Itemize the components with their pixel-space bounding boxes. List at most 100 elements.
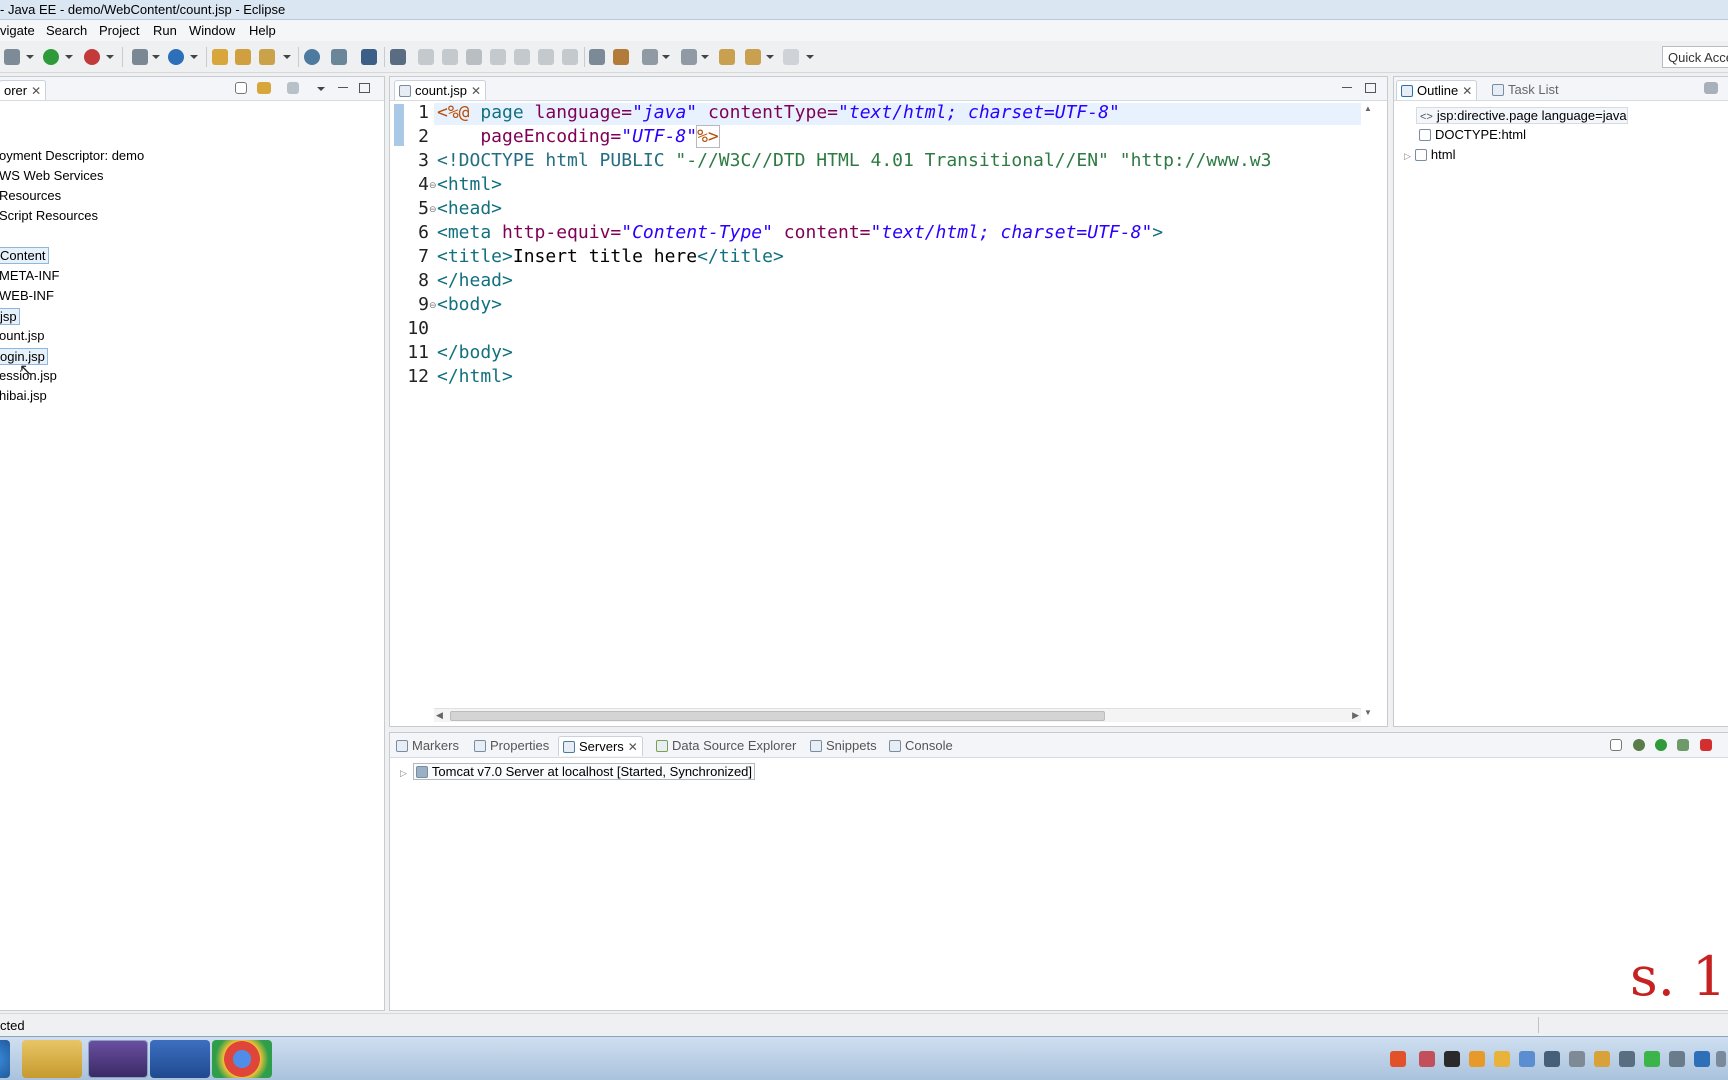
profile-server-icon[interactable] [1677,739,1689,751]
toggle-block-selection-icon[interactable] [613,49,629,65]
step-over-icon[interactable] [538,49,554,65]
editor-horizontal-scrollbar[interactable]: ◀ ▶ [434,708,1361,722]
tree-item-web-inf[interactable]: WEB-INF [0,288,54,303]
start-server-icon[interactable] [1655,739,1667,751]
tab-count-jsp[interactable]: count.jsp ✕ [394,80,487,100]
back-dropdown-icon[interactable] [766,55,774,59]
fold-icon[interactable]: ⊖ [429,204,437,215]
open-folder-icon[interactable] [235,49,251,65]
next-annotation-dropdown-icon[interactable] [662,55,670,59]
terminate-icon[interactable] [466,49,482,65]
tree-item-java-resources[interactable]: Resources [0,188,61,203]
word-icon[interactable] [150,1040,210,1078]
forward-icon[interactable] [783,49,799,65]
last-edit-location-icon[interactable] [719,49,735,65]
view-menu-icon[interactable] [317,87,325,91]
debug-icon[interactable] [4,49,20,65]
tab-servers[interactable]: Servers ✕ [558,736,643,756]
run-on-server-icon[interactable] [331,49,347,65]
scroll-up-icon[interactable]: ▲ [1364,104,1372,113]
link-with-editor-icon[interactable] [257,82,271,94]
tree-item-javascript-resources[interactable]: Script Resources [0,208,98,223]
previous-annotation-dropdown-icon[interactable] [701,55,709,59]
tray-app-icon[interactable] [1544,1051,1560,1067]
tab-properties[interactable]: Properties [470,736,553,756]
tab-markers[interactable]: Markers [392,736,463,756]
step-into-icon[interactable] [514,49,530,65]
qq-icon[interactable] [1444,1051,1460,1067]
scroll-right-icon[interactable]: ▶ [1352,710,1359,721]
disconnect-icon[interactable] [490,49,506,65]
forward-dropdown-icon[interactable] [806,55,814,59]
tree-item-jsp[interactable]: jsp [0,308,20,325]
tab-task-list[interactable]: Task List [1488,80,1563,100]
close-icon[interactable]: ✕ [1462,84,1472,98]
collapse-all-icon[interactable] [1610,739,1622,751]
show-desktop-icon[interactable] [1716,1051,1726,1067]
tree-item-jaxws-web-services[interactable]: WS Web Services [0,168,104,183]
fold-icon[interactable]: ⊖ [429,180,437,191]
tab-project-explorer[interactable]: orer ✕ [0,80,47,100]
editor-vertical-scrollbar[interactable]: ▲ ▼ [1361,102,1375,719]
external-tools-dropdown-icon[interactable] [106,55,114,59]
step-return-icon[interactable] [562,49,578,65]
new-web-service-icon[interactable] [168,49,184,65]
new-server-icon[interactable] [132,49,148,65]
maximize-icon[interactable] [359,83,370,93]
external-tools-icon[interactable] [84,49,100,65]
back-icon[interactable] [745,49,761,65]
tray-app-icon[interactable] [1644,1051,1660,1067]
skip-breakpoints-icon[interactable] [390,49,406,65]
monitor-icon[interactable] [361,49,377,65]
server-row-tomcat[interactable]: ▷ Tomcat v7.0 Server at localhost [Starte… [400,763,756,780]
security-icon[interactable] [1594,1051,1610,1067]
fold-icon[interactable]: ⊖ [429,300,437,311]
quick-access-input[interactable]: Quick Access [1662,46,1728,68]
file-explorer-icon[interactable] [22,1040,82,1078]
tab-outline[interactable]: Outline ✕ [1396,80,1478,100]
close-icon[interactable]: ✕ [471,84,481,98]
tree-item-shibai-jsp[interactable]: hibai.jsp [0,388,47,403]
tree-item-deployment-descriptor[interactable]: oyment Descriptor: demo [0,148,144,163]
minimize-icon[interactable] [338,87,348,90]
sogou-input-icon[interactable] [1390,1051,1406,1067]
resume-icon[interactable] [418,49,434,65]
outline-item-html[interactable]: ▷ html [1404,147,1455,162]
tray-app-icon[interactable] [1619,1051,1635,1067]
new-server-dropdown-icon[interactable] [152,55,160,59]
start-button-icon[interactable] [0,1040,10,1078]
menu-run[interactable]: Run [153,23,177,38]
tray-app-icon[interactable] [1694,1051,1710,1067]
tree-item-meta-inf[interactable]: META-INF [0,268,59,283]
expand-arrow-icon[interactable]: ▷ [1404,151,1411,161]
view-options-icon[interactable] [1704,82,1718,94]
browser-icon[interactable] [304,49,320,65]
scroll-down-icon[interactable]: ▼ [1364,708,1372,717]
close-icon[interactable]: ✕ [31,84,41,98]
outline-item-jsp-directive[interactable]: <> jsp:directive.page language=java [1416,107,1628,124]
tab-console[interactable]: Console [885,736,957,756]
tray-app-icon[interactable] [1519,1051,1535,1067]
view-options-icon[interactable] [287,82,299,94]
menu-navigate[interactable]: vigate [0,23,35,38]
volume-icon[interactable] [1569,1051,1585,1067]
scroll-left-icon[interactable]: ◀ [436,710,443,721]
collapse-all-icon[interactable] [235,82,247,94]
menu-help[interactable]: Help [249,23,276,38]
close-icon[interactable]: ✕ [628,740,638,754]
tree-item-webcontent[interactable]: Content [0,247,49,264]
tray-app-icon[interactable] [1494,1051,1510,1067]
next-annotation-icon[interactable] [642,49,658,65]
outline-item-doctype[interactable]: DOCTYPE:html [1416,127,1526,142]
tray-app-icon[interactable] [1469,1051,1485,1067]
debug-server-icon[interactable] [1633,739,1645,751]
minimize-icon[interactable] [1342,87,1352,90]
suspend-icon[interactable] [442,49,458,65]
previous-annotation-icon[interactable] [681,49,697,65]
eclipse-javaee-icon[interactable] [88,1040,148,1078]
chrome-icon[interactable] [212,1040,272,1078]
code-area[interactable]: 1 2 3 4 ⊖ 5 ⊖ 6 7 8 9 ⊖ 10 11 12 <%@ pag… [390,102,1387,726]
search-tool-icon[interactable] [259,49,275,65]
maximize-icon[interactable] [1365,83,1376,93]
menu-window[interactable]: Window [189,23,235,38]
